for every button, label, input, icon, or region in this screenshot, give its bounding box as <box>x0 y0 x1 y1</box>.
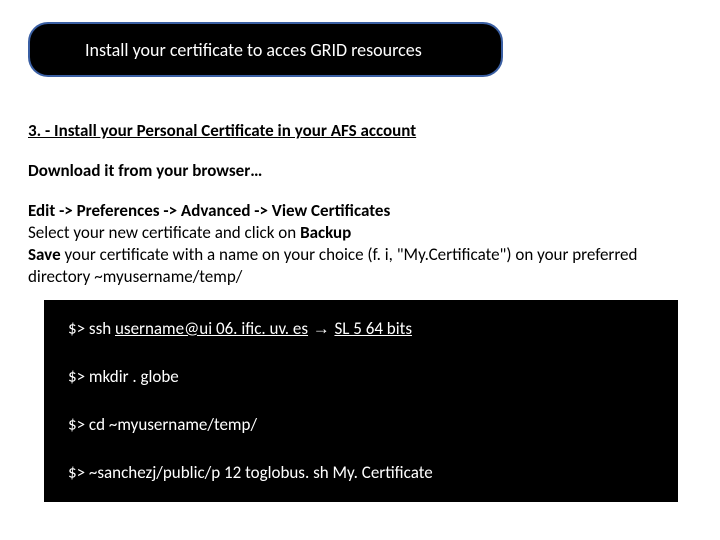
title-box: Install your certificate to acces GRID r… <box>28 22 503 77</box>
cmd1-post: SL 5 64 bits <box>334 318 412 339</box>
save-word: Save <box>28 244 61 265</box>
slide: Install your certificate to acces GRID r… <box>0 0 720 540</box>
terminal-line-1: $> ssh username@ui 06. ific. uv. es → SL… <box>68 318 412 339</box>
arrow-icon: → <box>308 319 334 338</box>
terminal-line-3: $> cd ~myusername/temp/ <box>68 414 257 435</box>
section-heading: 3. - Install your Personal Certificate i… <box>28 120 692 141</box>
select-text: Select your new certificate and click on <box>28 222 300 243</box>
instructions-block: Edit -> Preferences -> Advanced -> View … <box>28 200 692 288</box>
terminal-line-4: $> ~sanchezj/public/p 12 toglobus. sh My… <box>68 462 433 483</box>
terminal-block: $> ssh username@ui 06. ific. uv. es → SL… <box>44 300 678 502</box>
cmd1-host: username@ui 06. ific. uv. es <box>115 318 308 339</box>
nav-path: Edit -> Preferences -> Advanced -> View … <box>28 200 390 221</box>
cmd1-pre: $> ssh <box>68 318 115 339</box>
terminal-line-2: $> mkdir . globe <box>68 366 179 387</box>
download-line: Download it from your browser… <box>28 160 692 181</box>
title-text: Install your certificate to acces GRID r… <box>85 39 422 61</box>
save-rest: your certificate with a name on your cho… <box>28 244 637 287</box>
backup-word: Backup <box>300 222 351 243</box>
